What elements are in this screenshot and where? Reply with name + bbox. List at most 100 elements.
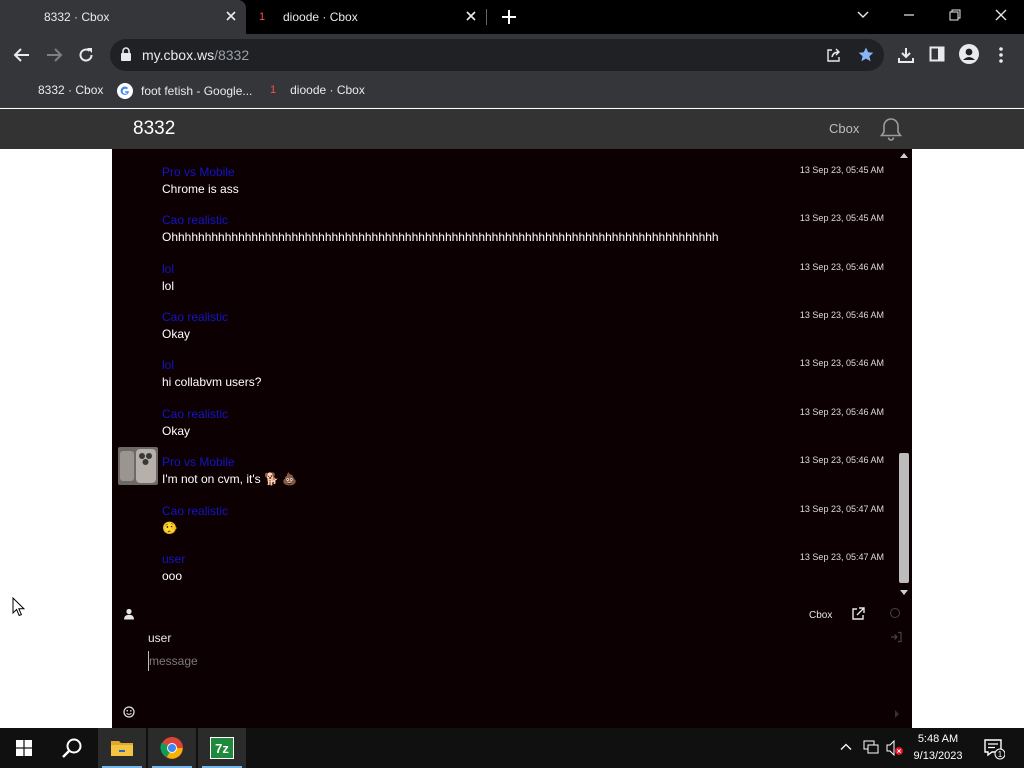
cbox-header: 8332 Cbox xyxy=(0,109,1024,149)
message-timestamp: 13 Sep 23, 05:46 AM xyxy=(799,310,884,320)
message-author[interactable]: Pro vs Mobile xyxy=(162,455,235,469)
message-input[interactable] xyxy=(148,651,888,671)
message-row: lol 13 Sep 23, 05:46 AM hi collabvm user… xyxy=(112,342,896,390)
google-icon xyxy=(117,83,133,99)
kebab-menu-icon[interactable] xyxy=(998,46,1004,64)
profile-avatar-icon[interactable] xyxy=(959,44,979,64)
user-icon[interactable] xyxy=(123,608,135,620)
tab-strip: 8332 · Cbox 1 dioode · Cbox xyxy=(0,0,1024,34)
message-list[interactable]: Pro vs Mobile 13 Sep 23, 05:45 AM Chrome… xyxy=(112,149,896,601)
bookmark-star-icon[interactable] xyxy=(857,46,875,64)
browser-toolbar: my.cbox.ws/8332 xyxy=(0,34,1024,76)
bookmark-8332-cbox[interactable]: 8332 · Cbox xyxy=(38,83,103,97)
message-row: Cao realistic 13 Sep 23, 05:47 AM 🤥 xyxy=(112,488,896,536)
message-author[interactable]: Cao realistic xyxy=(162,407,228,421)
message-text: Okay xyxy=(162,424,191,438)
message-text: lol xyxy=(162,279,175,293)
new-tab-plus-icon[interactable] xyxy=(500,8,518,26)
bookmark-label: 8332 · Cbox xyxy=(38,83,104,97)
chrome-icon[interactable] xyxy=(148,728,196,768)
name-input[interactable] xyxy=(148,629,748,647)
message-row: Cao realistic 13 Sep 23, 05:46 AM Okay xyxy=(112,391,896,439)
message-author[interactable]: Cao realistic xyxy=(162,213,228,227)
message-row: Cao realistic 13 Sep 23, 05:46 AM Okay xyxy=(112,294,896,342)
message-text: ooo xyxy=(162,569,183,583)
bookmark-dioode-cbox[interactable]: 1 dioode · Cbox xyxy=(270,83,365,97)
bookmark-badge: 1 xyxy=(270,84,277,96)
clock-date: 9/13/2023 xyxy=(913,750,963,762)
message-author[interactable]: user xyxy=(162,552,185,566)
cbox-brand-link[interactable]: Cbox xyxy=(829,121,859,136)
message-author[interactable]: lol xyxy=(162,358,174,372)
tab-close-icon[interactable] xyxy=(465,10,477,22)
room-title: 8332 xyxy=(133,118,176,139)
network-icon[interactable] xyxy=(863,740,879,754)
message-author[interactable]: Cao realistic xyxy=(162,504,228,518)
message-timestamp: 13 Sep 23, 05:46 AM xyxy=(799,358,884,368)
message-timestamp: 13 Sep 23, 05:45 AM xyxy=(799,213,884,223)
message-timestamp: 13 Sep 23, 05:47 AM xyxy=(799,552,884,562)
message-text: 🤥 xyxy=(162,521,177,535)
url-text[interactable]: my.cbox.ws/8332 xyxy=(142,47,249,63)
scroll-down-arrow-icon[interactable] xyxy=(900,590,908,595)
windows-taskbar: 7z 5:48 AM 9/13/2023 1 xyxy=(0,728,1024,768)
scroll-thumb[interactable] xyxy=(899,453,909,583)
minimize-icon[interactable] xyxy=(902,8,916,22)
message-timestamp: 13 Sep 23, 05:46 AM xyxy=(799,262,884,272)
tab-badge: 1 xyxy=(259,11,266,23)
bookmark-google-search[interactable]: foot fetish - Google... xyxy=(117,83,252,99)
cbox-footer-link[interactable]: Cbox xyxy=(809,610,832,621)
message-timestamp: 13 Sep 23, 05:46 AM xyxy=(799,407,884,417)
back-arrow-icon[interactable] xyxy=(13,46,31,64)
7zip-label: 7z xyxy=(210,737,234,759)
message-text: hi collabvm users? xyxy=(162,375,262,389)
restore-icon[interactable] xyxy=(948,8,962,22)
forward-arrow-icon[interactable] xyxy=(45,46,63,64)
notification-bell-icon[interactable] xyxy=(878,116,904,142)
side-panel-icon[interactable] xyxy=(929,46,945,62)
7zip-icon[interactable]: 7z xyxy=(198,728,246,768)
message-row: user 13 Sep 23, 05:47 AM ooo xyxy=(112,536,896,584)
tab-close-icon[interactable] xyxy=(225,10,237,22)
reload-icon[interactable] xyxy=(77,46,95,64)
start-windows-icon[interactable] xyxy=(0,728,48,768)
post-form: Cbox xyxy=(112,601,912,728)
message-row: Pro vs Mobile 13 Sep 23, 05:45 AM Chrome… xyxy=(112,149,896,197)
clock-time: 5:48 AM xyxy=(917,733,959,745)
message-timestamp: 13 Sep 23, 05:46 AM xyxy=(799,455,884,465)
lock-icon[interactable] xyxy=(120,47,132,61)
clock[interactable]: 5:48 AM 9/13/2023 xyxy=(900,731,976,765)
send-arrow-icon[interactable] xyxy=(894,710,900,718)
share-icon[interactable] xyxy=(826,47,842,63)
download-icon[interactable] xyxy=(897,46,915,64)
notification-center-icon[interactable]: 1 xyxy=(983,738,1005,760)
message-text: Chrome is ass xyxy=(162,182,239,196)
message-row: lol 13 Sep 23, 05:46 AM lol xyxy=(112,246,896,294)
tab-search-chevron-down-icon[interactable] xyxy=(856,8,870,22)
popout-external-link-icon[interactable] xyxy=(851,607,865,621)
message-row: Pro vs Mobile 13 Sep 23, 05:46 AM I'm no… xyxy=(112,439,896,487)
scroll-up-arrow-icon[interactable] xyxy=(900,153,908,158)
close-window-icon[interactable] xyxy=(994,8,1008,22)
status-circle-icon[interactable] xyxy=(890,608,900,618)
message-author[interactable]: Pro vs Mobile xyxy=(162,165,235,179)
file-explorer-icon[interactable] xyxy=(98,728,146,768)
message-timestamp: 13 Sep 23, 05:47 AM xyxy=(799,504,884,514)
bookmarks-bar: 8332 · Cbox foot fetish - Google... 1 di… xyxy=(0,76,1024,108)
tray-chevron-up-icon[interactable] xyxy=(840,741,852,753)
chat-panel: Pro vs Mobile 13 Sep 23, 05:45 AM Chrome… xyxy=(112,149,912,728)
search-icon[interactable] xyxy=(48,728,96,768)
message-row: Cao realistic 13 Sep 23, 05:45 AM Ohhhhh… xyxy=(112,197,896,245)
address-bar[interactable]: my.cbox.ws/8332 xyxy=(110,39,884,71)
message-scrollbar[interactable] xyxy=(896,149,912,601)
avatar[interactable] xyxy=(118,447,158,485)
tab-8332-cbox[interactable]: 8332 · Cbox xyxy=(0,0,246,34)
notification-count: 1 xyxy=(998,750,1003,759)
emoji-smiley-icon[interactable] xyxy=(123,706,135,718)
message-author[interactable]: lol xyxy=(162,262,174,276)
tab-separator xyxy=(486,9,487,25)
tab-dioode-cbox[interactable]: 1 dioode · Cbox xyxy=(246,0,486,34)
message-author[interactable]: Cao realistic xyxy=(162,310,228,324)
message-text: I'm not on cvm, it's 🐕 💩 xyxy=(162,472,298,486)
login-arrow-icon[interactable] xyxy=(890,631,902,643)
